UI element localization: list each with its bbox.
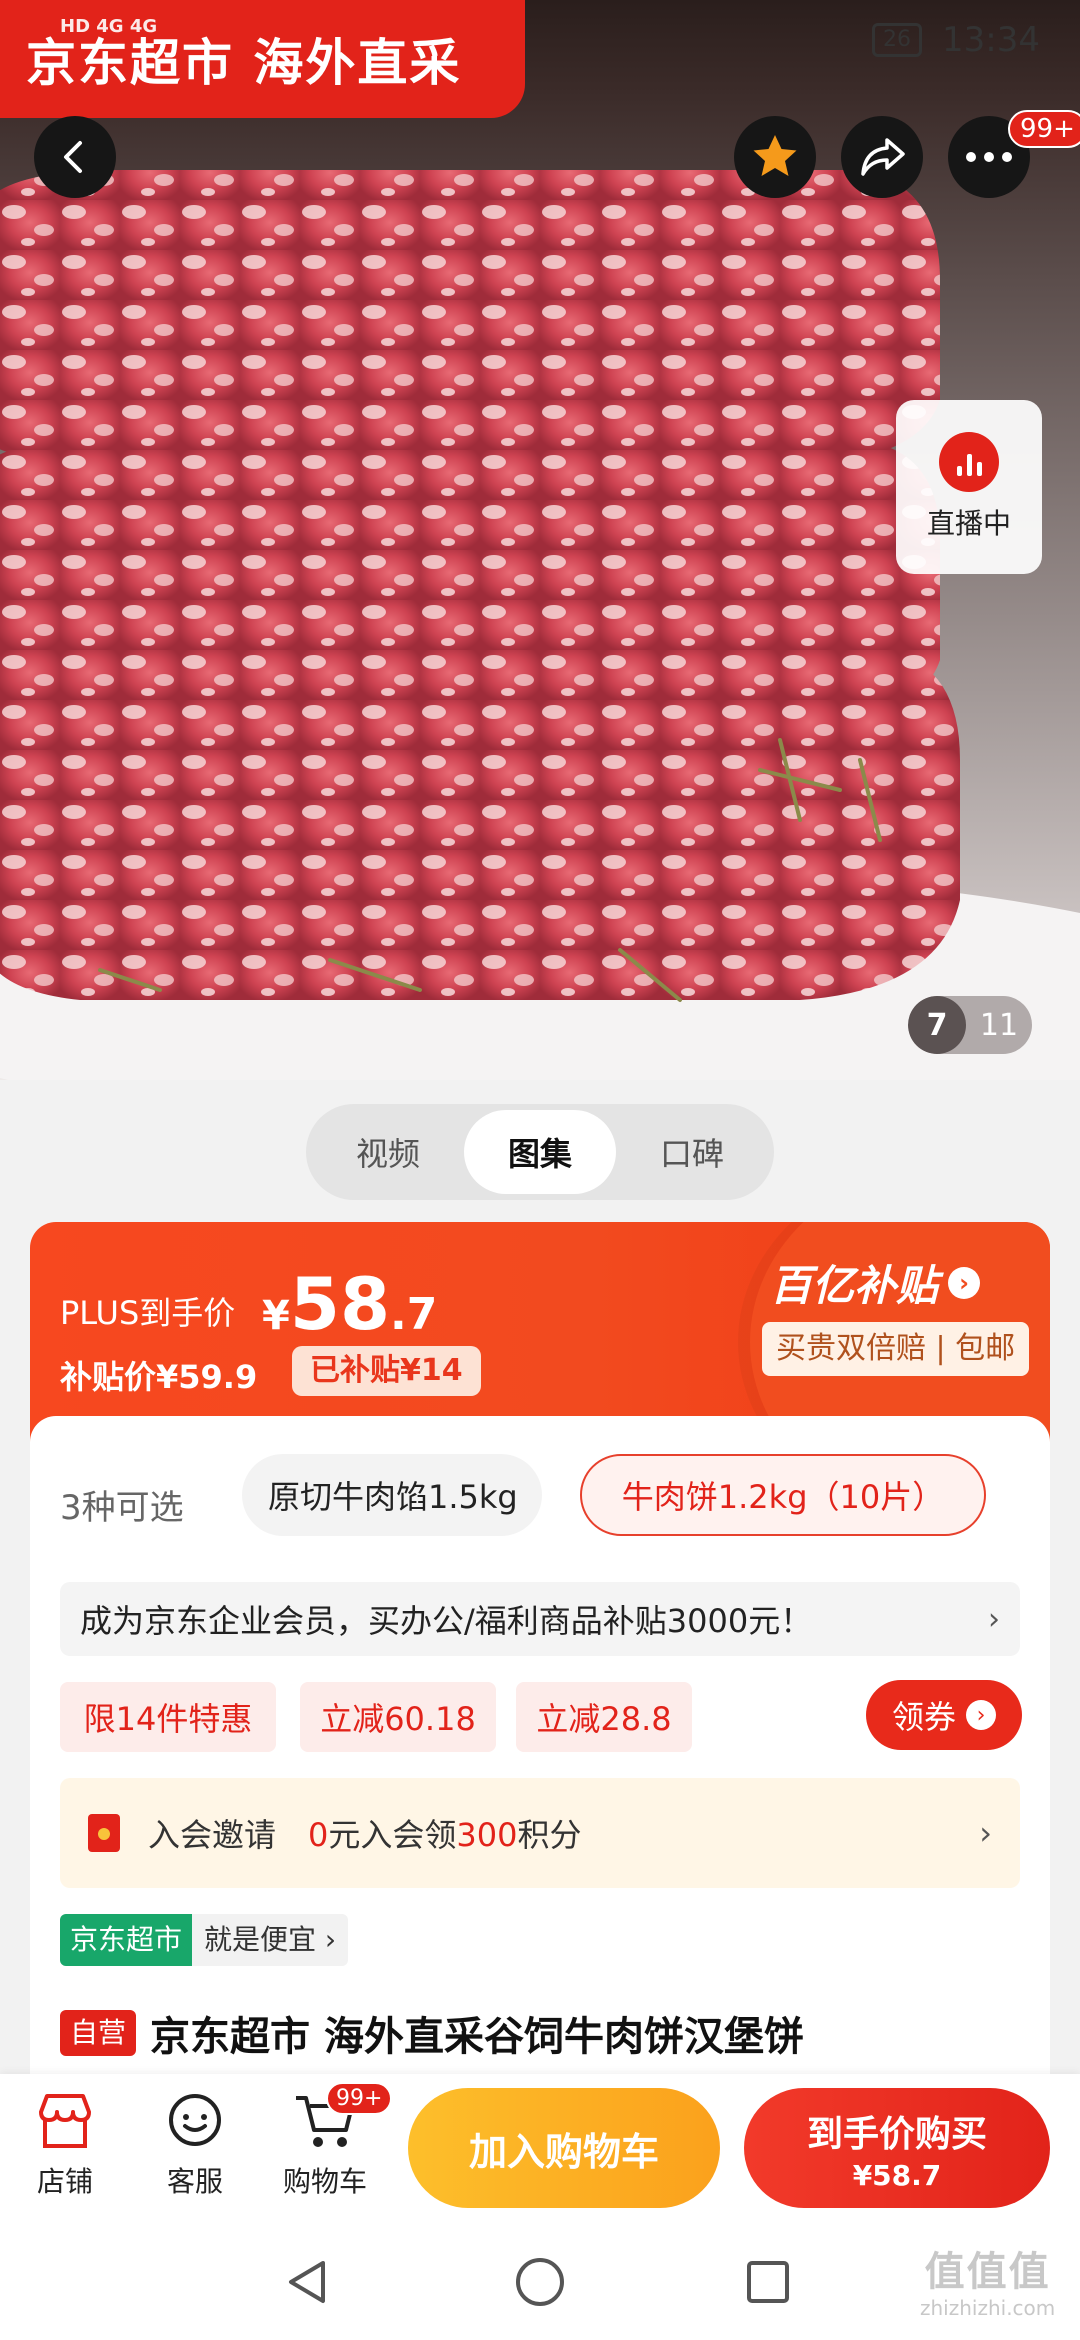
promo-tag[interactable]: 立减60.18 bbox=[300, 1682, 496, 1752]
promo-tag[interactable]: 限14件特惠 bbox=[60, 1682, 276, 1752]
variant-option[interactable]: 原切牛肉馅1.5kg bbox=[242, 1454, 542, 1536]
get-coupon-button[interactable]: 领券 › bbox=[866, 1680, 1022, 1750]
billion-subsidy-link[interactable]: 百亿补贴 › bbox=[770, 1252, 981, 1313]
bottom-action-bar: 店铺 客服 购物车 99+ 加入购物车 到手价购买 ¥58.7 bbox=[0, 2074, 1080, 2224]
shop-icon bbox=[39, 2094, 91, 2148]
status-signal: HD 4G 4G bbox=[60, 16, 158, 37]
invite-offer: 0元入会领300积分 bbox=[308, 1816, 582, 1854]
product-image-gallery[interactable]: 京东超市 海外直采 HD 4G 4G 26 13:34 99+ 直播中 7 11 bbox=[0, 0, 1080, 1080]
chevron-right-icon: › bbox=[948, 1266, 981, 1299]
cart-count-badge: 99+ bbox=[326, 2082, 393, 2115]
self-operated-tag: 自营 bbox=[60, 2010, 137, 2056]
enterprise-member-banner[interactable]: 成为京东企业会员，买办公/福利商品补贴3000元！ › bbox=[60, 1582, 1020, 1656]
chevron-right-icon: › bbox=[966, 1700, 996, 1730]
system-back-button[interactable] bbox=[278, 2252, 338, 2312]
store-badge-name: 京东超市 bbox=[60, 1914, 193, 1966]
more-dots-icon bbox=[966, 152, 1012, 162]
system-navigation-bar: 值值值 zhizhizhi.com bbox=[0, 2224, 1080, 2340]
battery-indicator: 26 bbox=[872, 23, 923, 57]
red-envelope-icon bbox=[88, 1814, 120, 1852]
live-label: 直播中 bbox=[926, 507, 1011, 540]
chat-bubble-icon bbox=[169, 2094, 221, 2146]
subsidy-amount-badge: 已补贴¥14 bbox=[292, 1346, 481, 1396]
share-button[interactable] bbox=[841, 116, 923, 198]
tab-reviews[interactable]: 口碑 bbox=[616, 1110, 768, 1194]
variant-option-selected[interactable]: 牛肉饼1.2kg（10片） bbox=[580, 1454, 986, 1536]
system-home-button[interactable] bbox=[510, 2252, 570, 2312]
service-label: 客服 bbox=[166, 2165, 223, 2198]
customer-service-button[interactable]: 客服 bbox=[140, 2090, 250, 2200]
product-title-row: 自营 京东超市 海外直采谷饲牛肉饼汉堡饼 bbox=[60, 2004, 804, 2062]
price-panel: PLUS到手价 ¥58.7 补贴价¥59.9 已补贴¥14 百亿补贴 › 买贵双… bbox=[30, 1222, 1050, 1442]
tab-gallery[interactable]: 图集 bbox=[464, 1110, 616, 1194]
promo-tag[interactable]: 立减28.8 bbox=[516, 1682, 692, 1752]
image-counter: 7 11 bbox=[908, 996, 1032, 1054]
square-recents-icon bbox=[747, 2261, 789, 2303]
watermark: 值值值 zhizhizhi.com bbox=[920, 2249, 1056, 2320]
product-info-card: 3种可选 原切牛肉馅1.5kg 牛肉饼1.2kg（10片） 成为京东企业会员，买… bbox=[30, 1416, 1050, 2076]
favorite-button[interactable] bbox=[734, 116, 816, 198]
chevron-right-icon: › bbox=[979, 1814, 992, 1852]
subsidy-price: 补贴价¥59.9 bbox=[60, 1358, 258, 1396]
live-stream-entry[interactable]: 直播中 bbox=[896, 400, 1042, 574]
image-total: 11 bbox=[979, 1007, 1019, 1043]
add-to-cart-button[interactable]: 加入购物车 bbox=[408, 2088, 720, 2208]
triangle-back-icon bbox=[289, 2261, 325, 2303]
shop-button[interactable]: 店铺 bbox=[10, 2090, 120, 2200]
circle-home-icon bbox=[516, 2258, 564, 2306]
status-bar: 26 13:34 bbox=[872, 20, 1040, 60]
variant-count: 3种可选 bbox=[60, 1488, 184, 1528]
guarantee-tag: 买贵双倍赔 | 包邮 bbox=[762, 1322, 1030, 1376]
shop-label: 店铺 bbox=[36, 2165, 93, 2198]
cart-label: 购物车 bbox=[282, 2165, 367, 2198]
system-recents-button[interactable] bbox=[738, 2252, 798, 2312]
star-icon bbox=[753, 135, 797, 176]
chevron-left-icon bbox=[64, 141, 82, 173]
store-badge[interactable]: 京东超市 就是便宜 › bbox=[60, 1914, 349, 1966]
clock: 13:34 bbox=[942, 20, 1040, 60]
image-index: 7 bbox=[908, 996, 966, 1054]
plus-price-label: PLUS到手价 bbox=[60, 1294, 236, 1332]
invite-title: 入会邀请 bbox=[148, 1816, 277, 1854]
live-icon bbox=[939, 432, 999, 492]
tab-video[interactable]: 视频 bbox=[312, 1110, 464, 1194]
chevron-right-icon: › bbox=[988, 1601, 1000, 1637]
plus-price-value: ¥58.7 bbox=[262, 1262, 438, 1346]
notification-badge: 99+ bbox=[1008, 110, 1080, 148]
share-icon bbox=[861, 138, 905, 176]
membership-invite-banner[interactable]: 入会邀请 0元入会领300积分 › bbox=[60, 1778, 1020, 1888]
back-button[interactable] bbox=[34, 116, 116, 198]
product-title: 京东超市 海外直采谷饲牛肉饼汉堡饼 bbox=[150, 2014, 804, 2060]
buy-now-button[interactable]: 到手价购买 ¥58.7 bbox=[744, 2088, 1050, 2208]
media-tab-switcher: 视频 图集 口碑 bbox=[306, 1104, 774, 1200]
store-badge-slogan: 就是便宜 › bbox=[192, 1914, 349, 1966]
